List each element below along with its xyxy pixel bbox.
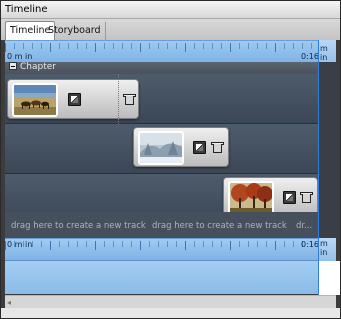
horizontal-scrollbar[interactable]: ◂ [5,295,336,308]
chapter-label: Chapter [20,62,56,72]
window-title: Timeline [1,1,340,19]
drop-hint: drag here to create a new track [11,221,146,231]
ruler-start-label: 0 m in [7,240,33,249]
effects-icon[interactable] [211,141,224,154]
transition-icon[interactable] [193,141,206,154]
audio-track-area[interactable] [5,261,318,294]
drop-hint: drag here to create a new track [152,221,287,231]
clip-thumbnail-horses [12,83,58,117]
tab-storyboard[interactable]: Storyboard [44,22,106,40]
chapter-header[interactable]: Chapter [5,62,318,74]
scroll-left-arrow-icon[interactable]: ◂ [7,298,11,307]
track-2[interactable] [5,124,318,174]
timeline-ruler-bottom[interactable]: 0 m in 0:16 [5,238,318,261]
track-1[interactable] [5,74,318,124]
timeline-window: Timeline Timeline Storyboard 0 m in 0:16… [0,0,341,319]
clip-thumbnail-autumn-trees [228,181,274,215]
tab-strip: Timeline Storyboard [1,19,340,40]
transition-icon[interactable] [68,93,81,106]
drop-hint: dr... [296,221,313,231]
ruler-end-suffix: m in [320,239,328,257]
video-clip[interactable] [133,127,229,167]
ruler-start-label: 0 m in [7,52,33,61]
collapse-icon[interactable] [9,62,17,70]
timeline-ruler-top[interactable]: 0 m in 0:16 [5,40,318,63]
ruler-end-area: m in [318,238,336,261]
ruler-end-area: m in [318,40,336,63]
clip-thumbnail-frosted-trees [138,131,184,165]
transition-icon[interactable] [283,191,296,204]
video-clip[interactable] [223,177,318,217]
effects-icon[interactable] [123,93,136,106]
video-clip[interactable] [7,79,139,119]
ruler-end-label: 0:16 [301,52,318,61]
tracks-area[interactable]: Chapter drag here to create a new track … [5,62,318,238]
ruler-end-label: 0:16 [301,240,318,249]
ruler-end-suffix: m in [320,44,328,62]
playhead[interactable] [318,40,319,295]
effects-icon[interactable] [300,191,313,204]
new-track-drop-zone[interactable]: drag here to create a new track drag her… [5,212,318,238]
